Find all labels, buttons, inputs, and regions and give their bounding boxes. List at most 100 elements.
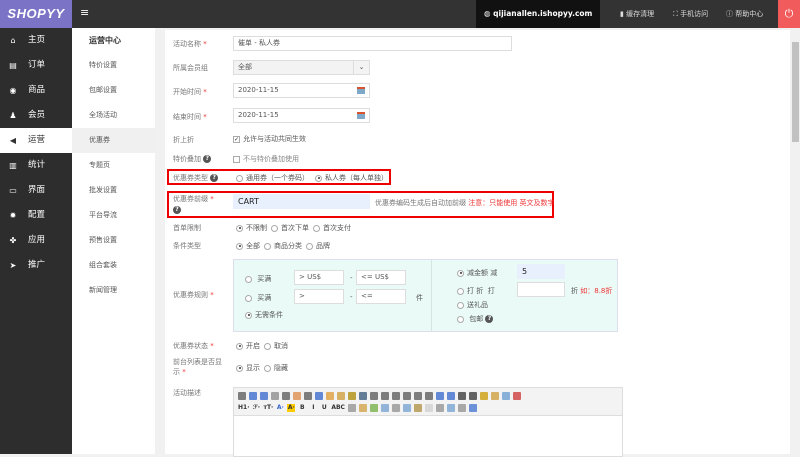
editor-tool-icon[interactable] bbox=[326, 392, 334, 400]
rule-radio-none[interactable]: 无需条件 bbox=[245, 310, 283, 320]
editor-tool-icon[interactable] bbox=[414, 392, 422, 400]
editor-tool-icon[interactable] bbox=[435, 404, 444, 412]
editor-tool-icon[interactable] bbox=[348, 392, 356, 400]
max-amount-input[interactable]: <= US$ bbox=[356, 270, 406, 285]
store-domain-link[interactable]: ◍ qijianallen.ishopyy.com bbox=[476, 0, 601, 28]
editor-tool-icon[interactable] bbox=[447, 392, 455, 400]
discount-input[interactable] bbox=[517, 282, 565, 297]
editor-tool-icon[interactable] bbox=[513, 392, 521, 400]
editor-tool-icon[interactable] bbox=[304, 392, 312, 400]
cond-radio[interactable]: 商品分类 bbox=[264, 242, 302, 250]
cond-radio[interactable]: 品牌 bbox=[306, 242, 330, 250]
editor-tool-icon[interactable] bbox=[402, 404, 411, 412]
editor-tool-icon[interactable] bbox=[446, 404, 455, 412]
status-radio[interactable]: 开启 bbox=[236, 342, 260, 350]
reward-radio-shipping[interactable]: 包邮 ? bbox=[457, 314, 494, 324]
editor-tool-icon[interactable] bbox=[271, 392, 279, 400]
sidebar-item[interactable]: ♟ 会员 bbox=[0, 103, 72, 128]
submenu-item[interactable]: 特价设置 bbox=[72, 53, 155, 78]
editor-tool-icon[interactable] bbox=[424, 404, 433, 412]
editor-tool-icon[interactable] bbox=[425, 392, 433, 400]
editor-tool-icon[interactable] bbox=[358, 404, 367, 412]
max-qty-input[interactable]: <= bbox=[356, 289, 406, 304]
scrollbar[interactable] bbox=[791, 28, 800, 454]
help-center-button[interactable]: ⓘ 帮助中心 bbox=[726, 0, 763, 28]
editor-tool-icon[interactable] bbox=[468, 404, 477, 412]
editor-tool-icon[interactable] bbox=[260, 392, 268, 400]
editor-tool-icon[interactable] bbox=[457, 404, 466, 412]
editor-format-button[interactable]: H1· bbox=[238, 404, 249, 412]
type-radio-public[interactable]: 通用券（一个券码） bbox=[236, 173, 309, 183]
editor-tool-icon[interactable] bbox=[369, 404, 378, 412]
editor-format-button[interactable]: U bbox=[320, 404, 328, 412]
first-radio[interactable]: 首次支付 bbox=[313, 224, 351, 232]
sidebar-item[interactable]: ◉ 商品 bbox=[0, 78, 72, 103]
rich-text-editor[interactable]: H1· ℱ· тT· A· A· B I U ABC bbox=[233, 387, 623, 457]
editor-tool-icon[interactable] bbox=[380, 404, 389, 412]
editor-tool-icon[interactable] bbox=[413, 404, 422, 412]
type-radio-private[interactable]: 私人券（每人单独） bbox=[315, 173, 388, 183]
cond-radio[interactable]: 全部 bbox=[236, 242, 260, 250]
editor-tool-icon[interactable] bbox=[347, 404, 356, 412]
submenu-item[interactable]: 新闻管理 bbox=[72, 278, 155, 303]
editor-tool-icon[interactable] bbox=[238, 392, 246, 400]
menu-toggle-icon[interactable]: ≡ bbox=[80, 7, 91, 18]
sidebar-item[interactable]: ✹ 配置 bbox=[0, 203, 72, 228]
submenu-item[interactable]: 批发设置 bbox=[72, 178, 155, 203]
sidebar-item[interactable]: ➤ 推广 bbox=[0, 253, 72, 278]
sidebar-item[interactable]: ⌂ 主页 bbox=[0, 28, 72, 53]
editor-tool-icon[interactable] bbox=[392, 392, 400, 400]
editor-format-button[interactable]: B bbox=[298, 404, 306, 412]
submenu-item[interactable]: 专题页 bbox=[72, 153, 155, 178]
mobile-visit-button[interactable]: ⛶ 手机访问 bbox=[673, 0, 708, 28]
submenu-item[interactable]: 包邮设置 bbox=[72, 78, 155, 103]
editor-tool-icon[interactable] bbox=[293, 392, 301, 400]
prefix-input[interactable]: CART bbox=[233, 194, 370, 209]
sidebar-item[interactable]: ▥ 统计 bbox=[0, 153, 72, 178]
editor-tool-icon[interactable] bbox=[436, 392, 444, 400]
min-qty-input[interactable]: > bbox=[294, 289, 344, 304]
rule-radio-amount[interactable]: 买满 bbox=[245, 274, 271, 284]
editor-tool-icon[interactable] bbox=[502, 392, 510, 400]
editor-tool-icon[interactable] bbox=[315, 392, 323, 400]
sidebar-item[interactable]: ✤ 应用 bbox=[0, 228, 72, 253]
start-date-input[interactable]: 2020-11-15 bbox=[233, 83, 370, 98]
cache-clear-button[interactable]: ▮ 缓存清理 bbox=[620, 0, 654, 28]
stack-checkbox[interactable]: ✓ 允许与活动共同生效 bbox=[233, 134, 306, 144]
special-checkbox[interactable]: 不与特价叠加使用 bbox=[233, 154, 299, 164]
sidebar-item[interactable]: ◀ 运营 bbox=[0, 128, 72, 153]
submenu-item[interactable]: 预售设置 bbox=[72, 228, 155, 253]
submenu-item[interactable]: 优惠券 bbox=[72, 128, 155, 153]
scrollbar-thumb[interactable] bbox=[792, 42, 799, 142]
reward-radio-gift[interactable]: 送礼品 bbox=[457, 300, 488, 310]
rule-radio-qty[interactable]: 买满 bbox=[245, 293, 271, 303]
submenu-item[interactable]: 平台导流 bbox=[72, 203, 155, 228]
display-radio[interactable]: 显示 bbox=[236, 364, 260, 372]
editor-tool-icon[interactable] bbox=[491, 392, 499, 400]
editor-format-button[interactable]: ABC bbox=[331, 404, 345, 412]
sidebar-item[interactable]: ▭ 界面 bbox=[0, 178, 72, 203]
end-date-input[interactable]: 2020-11-15 bbox=[233, 108, 370, 123]
editor-tool-icon[interactable] bbox=[480, 392, 488, 400]
submenu-item[interactable]: 组合套装 bbox=[72, 253, 155, 278]
editor-tool-icon[interactable] bbox=[249, 392, 257, 400]
editor-tool-icon[interactable] bbox=[370, 392, 378, 400]
editor-tool-icon[interactable] bbox=[337, 392, 345, 400]
min-amount-input[interactable]: > US$ bbox=[294, 270, 344, 285]
member-group-select[interactable]: 全部 ⌄ bbox=[233, 60, 370, 75]
first-radio[interactable]: 首次下单 bbox=[271, 224, 309, 232]
editor-tool-icon[interactable] bbox=[403, 392, 411, 400]
display-radio[interactable]: 隐藏 bbox=[264, 364, 288, 372]
editor-tool-icon[interactable] bbox=[381, 392, 389, 400]
first-radio[interactable]: 不限制 bbox=[236, 224, 267, 232]
reward-radio-reduce[interactable]: 减金额 减 bbox=[457, 268, 497, 278]
reduce-amount-input[interactable]: 5 bbox=[517, 264, 565, 279]
sidebar-item[interactable]: ▤ 订单 bbox=[0, 53, 72, 78]
reward-radio-discount[interactable]: 打 折 打 bbox=[457, 286, 495, 296]
editor-tool-icon[interactable] bbox=[359, 392, 367, 400]
editor-tool-icon[interactable] bbox=[458, 392, 466, 400]
submenu-item[interactable]: 全场活动 bbox=[72, 103, 155, 128]
editor-tool-icon[interactable] bbox=[391, 404, 400, 412]
editor-format-button[interactable]: ℱ· bbox=[252, 404, 260, 412]
editor-format-button[interactable]: A· bbox=[287, 404, 296, 412]
